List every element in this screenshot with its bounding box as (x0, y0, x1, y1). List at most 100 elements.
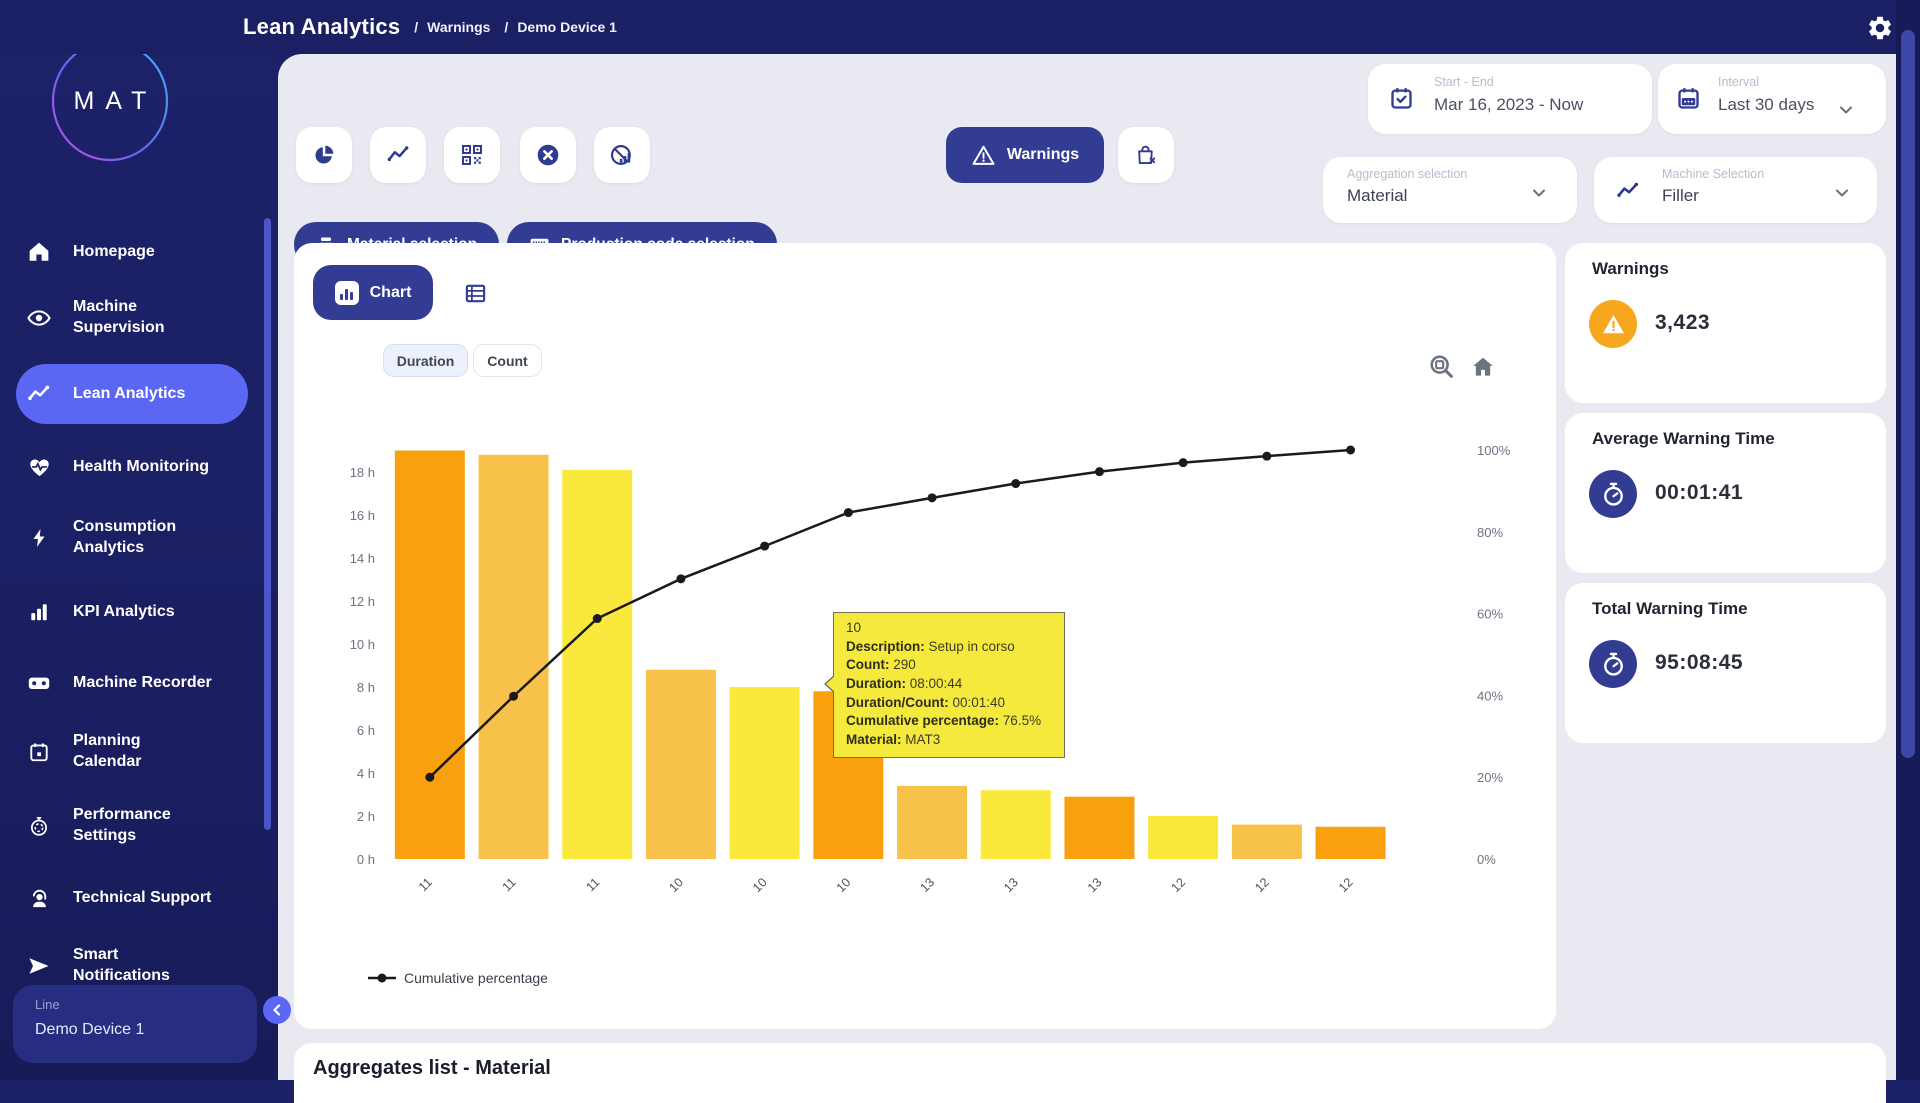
warnings-count: 3,423 (1655, 311, 1710, 335)
svg-text:10: 10 (834, 875, 854, 895)
machine-selector[interactable]: Machine Selection Filler (1594, 157, 1877, 223)
sidebar-item-homepage[interactable]: Homepage (0, 237, 278, 267)
aggregates-list-panel: Aggregates list - Material (294, 1043, 1886, 1103)
trend-line-icon (26, 381, 52, 407)
svg-text:40%: 40% (1477, 688, 1503, 703)
svg-text:100%: 100% (1477, 443, 1511, 458)
sidebar-item-performance-settings[interactable]: Performance Settings (0, 804, 278, 848)
home-icon (26, 239, 52, 265)
svg-text:13: 13 (1001, 875, 1021, 895)
svg-text:18 h: 18 h (350, 465, 375, 480)
sidebar-collapse-button[interactable] (263, 996, 291, 1024)
machine-selection-label: Machine Selection (1662, 167, 1764, 181)
gear-icon (1866, 14, 1894, 42)
mat-logo: MAT (51, 40, 169, 162)
warning-badge (1589, 300, 1637, 348)
sidebar-item-machine-recorder[interactable]: Machine Recorder (0, 668, 278, 698)
trend-filter-button[interactable] (370, 127, 426, 183)
breadcrumb-warnings[interactable]: Warnings (414, 19, 490, 35)
svg-text:8 h: 8 h (357, 680, 375, 695)
pie-chart-icon (312, 143, 336, 167)
aggregation-value: Material (1347, 186, 1407, 206)
support-agent-icon (26, 885, 52, 911)
settings-button[interactable] (1866, 14, 1894, 42)
cancel-circle-icon (535, 142, 561, 168)
interval-selector[interactable]: Interval Last 30 days (1658, 64, 1886, 134)
chevron-down-icon (1836, 100, 1856, 120)
bar-chart-icon (26, 599, 52, 625)
stopwatch-icon (1600, 651, 1627, 678)
breadcrumb-device[interactable]: Demo Device 1 (504, 19, 617, 35)
sidebar-scrollbar[interactable] (264, 218, 271, 830)
pareto-chart-panel: Chart Duration Count 0 h2 h4 h6 h8 h10 h… (294, 243, 1556, 1029)
svg-text:2 h: 2 h (357, 809, 375, 824)
sidebar-item-planning-calendar[interactable]: Planning Calendar (0, 730, 278, 774)
svg-text:10 h: 10 h (350, 637, 375, 652)
logo-text: MAT (51, 40, 169, 162)
svg-text:12: 12 (1169, 875, 1189, 895)
svg-text:80%: 80% (1477, 525, 1503, 540)
sidebar-item-machine-supervision[interactable]: Machine Supervision (0, 296, 278, 340)
bag-filter-button[interactable] (1118, 127, 1174, 183)
interval-value: Last 30 days (1718, 95, 1814, 115)
breadcrumb: Lean Analytics Warnings Demo Device 1 (243, 0, 617, 54)
calendar-dots-icon (1675, 85, 1702, 112)
date-range-label: Start - End (1434, 75, 1494, 89)
sidebar-item-technical-support[interactable]: Technical Support (0, 883, 278, 913)
legend-cumulative-percentage: Cumulative percentage (404, 970, 548, 986)
main-content: Warnings Start - End Mar 16, 2023 - Now … (278, 54, 1896, 1080)
sidebar-item-kpi-analytics[interactable]: KPI Analytics (0, 597, 278, 627)
avg-warning-time-value: 00:01:41 (1655, 481, 1743, 505)
pie-chart-filter-button[interactable] (296, 127, 352, 183)
qr-code-icon (460, 143, 484, 167)
cancel-filter-button[interactable] (520, 127, 576, 183)
warnings-filter-button[interactable]: Warnings (946, 127, 1104, 183)
aggregation-label: Aggregation selection (1347, 167, 1467, 181)
svg-text:10: 10 (666, 875, 686, 895)
sidebar-item-consumption-analytics[interactable]: Consumption Analytics (0, 516, 278, 560)
aggregation-selector[interactable]: Aggregation selection Material (1323, 157, 1577, 223)
warning-triangle-icon (971, 143, 996, 168)
svg-text:10: 10 (750, 875, 770, 895)
svg-text:11: 11 (500, 875, 519, 894)
aggregates-list-title: Aggregates list - Material (313, 1057, 551, 1080)
device-selector-card[interactable]: Line Demo Device 1 (13, 985, 257, 1063)
sidebar-item-smart-notifications[interactable]: Smart Notifications (0, 944, 278, 988)
total-warning-time-card: Total Warning Time 95:08:45 (1565, 583, 1886, 743)
total-warning-time-title: Total Warning Time (1592, 599, 1748, 619)
no-production-data-icon (609, 142, 635, 168)
svg-text:12: 12 (1252, 875, 1272, 895)
machine-selection-value: Filler (1662, 186, 1699, 206)
svg-text:12: 12 (1336, 875, 1356, 895)
svg-text:16 h: 16 h (350, 508, 375, 523)
date-range-selector[interactable]: Start - End Mar 16, 2023 - Now (1368, 64, 1652, 134)
device-name: Demo Device 1 (35, 1021, 144, 1039)
recorder-icon (26, 670, 52, 696)
sidebar-item-lean-analytics[interactable]: Lean Analytics (0, 364, 278, 424)
stopwatch-badge (1589, 640, 1637, 688)
warnings-button-label: Warnings (1007, 146, 1079, 164)
svg-text:14 h: 14 h (350, 551, 375, 566)
sidebar-item-health-monitoring[interactable]: Health Monitoring (0, 452, 278, 482)
chevron-down-icon (1832, 183, 1852, 203)
interval-label: Interval (1718, 75, 1759, 89)
sidebar: MAT Homepage Machine Supervision Lean An… (0, 0, 278, 1080)
svg-text:12 h: 12 h (350, 594, 375, 609)
avg-warning-time-title: Average Warning Time (1592, 429, 1775, 449)
warnings-card-title: Warnings (1592, 259, 1669, 279)
qr-code-filter-button[interactable] (444, 127, 500, 183)
warnings-stat-card: Warnings 3,423 (1565, 243, 1886, 403)
trend-line-icon (385, 142, 411, 168)
page-title: Lean Analytics (243, 14, 400, 40)
date-range-value: Mar 16, 2023 - Now (1434, 95, 1583, 115)
tooltip-title: 10 (846, 619, 1052, 638)
stopwatch-badge (1589, 470, 1637, 518)
svg-text:60%: 60% (1477, 607, 1503, 622)
no-production-data-button[interactable] (594, 127, 650, 183)
chart-tooltip: 10 DescriptionSetup in corso Count290 Du… (833, 612, 1065, 758)
bag-x-icon (1134, 143, 1159, 168)
total-warning-time-value: 95:08:45 (1655, 651, 1743, 675)
lightning-icon (26, 525, 52, 551)
svg-text:6 h: 6 h (357, 723, 375, 738)
page-scrollbar-thumb[interactable] (1901, 30, 1915, 758)
